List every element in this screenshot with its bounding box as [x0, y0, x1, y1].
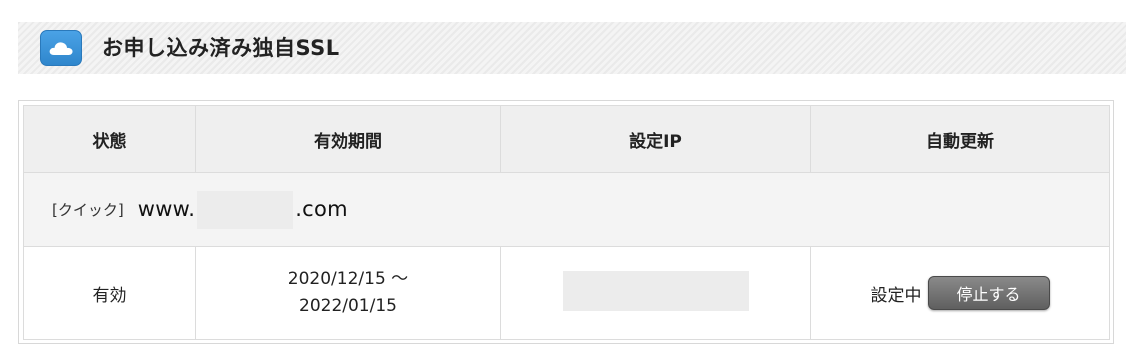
domain-cell: [クイック] www. .com [23, 172, 1110, 247]
ip-mask [562, 270, 749, 311]
domain-mask [197, 190, 294, 229]
cloud-icon [40, 30, 82, 66]
ip-cell [500, 246, 811, 340]
period-cell: 2020/12/15 〜 2022/01/15 [195, 246, 501, 340]
header-status: 状態 [23, 105, 196, 173]
section-title: お申し込み済み独自SSL [102, 36, 340, 60]
domain-suffix: .com [295, 196, 348, 221]
auto-renew-status: 設定中 [870, 285, 922, 306]
ssl-table: 状態 有効期間 設定IP 自動更新 [クイック] www. .com 有効 20… [18, 100, 1114, 344]
auto-renew-cell: 設定中 停止する [810, 246, 1110, 340]
domain-row: [クイック] www. .com [23, 172, 1110, 247]
ssl-type-tag: [クイック] [52, 201, 124, 219]
header-period: 有効期間 [195, 105, 501, 173]
domain-name: www. .com [137, 190, 348, 229]
header-ip: 設定IP [500, 105, 811, 173]
table-row: 有効 2020/12/15 〜 2022/01/15 設定中 停止する [23, 246, 1110, 340]
stop-button[interactable]: 停止する [927, 276, 1050, 310]
period-start: 2020/12/15 〜 [287, 269, 409, 289]
status-cell: 有効 [23, 246, 196, 340]
period-end: 2022/01/15 [299, 296, 397, 316]
table-header-row: 状態 有効期間 設定IP 自動更新 [23, 105, 1110, 173]
domain-prefix: www. [137, 196, 196, 221]
header-auto-renew: 自動更新 [810, 105, 1110, 173]
section-header: お申し込み済み独自SSL [18, 22, 1126, 74]
